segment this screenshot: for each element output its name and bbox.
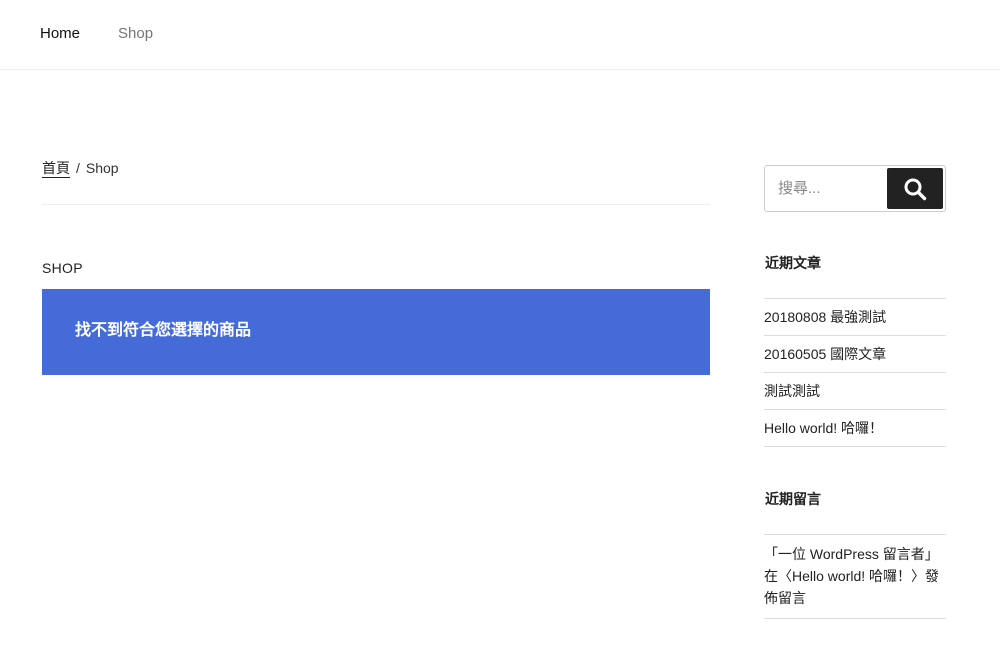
page-title: SHOP [42,260,83,276]
list-item: Hello world! 哈囉！ [764,410,946,447]
comment-author: 「一位 WordPress 留言者」 [764,546,939,562]
recent-comments-title: 近期留言 [765,491,821,507]
search-icon [904,178,927,201]
list-item: 測試測試 [764,373,946,410]
comment-text-in: 在〈 [764,568,792,584]
breadcrumb: 首頁 / Shop [42,158,119,178]
breadcrumb-current: Shop [85,160,119,176]
divider [42,204,710,205]
recent-post-link[interactable]: Hello world! 哈囉！ [764,420,883,436]
search-form [764,165,946,212]
top-navigation: Home Shop [0,0,1000,70]
recent-post-link[interactable]: 20160505 國際文章 [764,346,886,362]
recent-post-link[interactable]: 測試測試 [764,383,820,399]
list-item: 20180808 最強測試 [764,299,946,336]
recent-comments-list: 「一位 WordPress 留言者」在〈Hello world! 哈囉！〉發佈留… [764,534,946,619]
list-item: 「一位 WordPress 留言者」在〈Hello world! 哈囉！〉發佈留… [764,535,946,619]
notice-text: 找不到符合您選擇的商品 [75,322,252,339]
comment-post-link[interactable]: Hello world! 哈囉！ [792,568,911,584]
recent-posts-list: 20180808 最強測試 20160505 國際文章 測試測試 Hello w… [764,298,946,447]
list-item: 20160505 國際文章 [764,336,946,373]
search-button[interactable] [887,168,943,209]
nav-home-link[interactable]: Home [40,24,80,44]
breadcrumb-home-link[interactable]: 首頁 [42,160,70,178]
recent-post-link[interactable]: 20180808 最強測試 [764,309,886,325]
recent-posts-title: 近期文章 [765,255,821,271]
nav-shop-link[interactable]: Shop [118,24,153,44]
no-products-notice: 找不到符合您選擇的商品 [42,289,710,375]
search-input[interactable] [765,166,885,211]
breadcrumb-separator: / [76,160,80,176]
